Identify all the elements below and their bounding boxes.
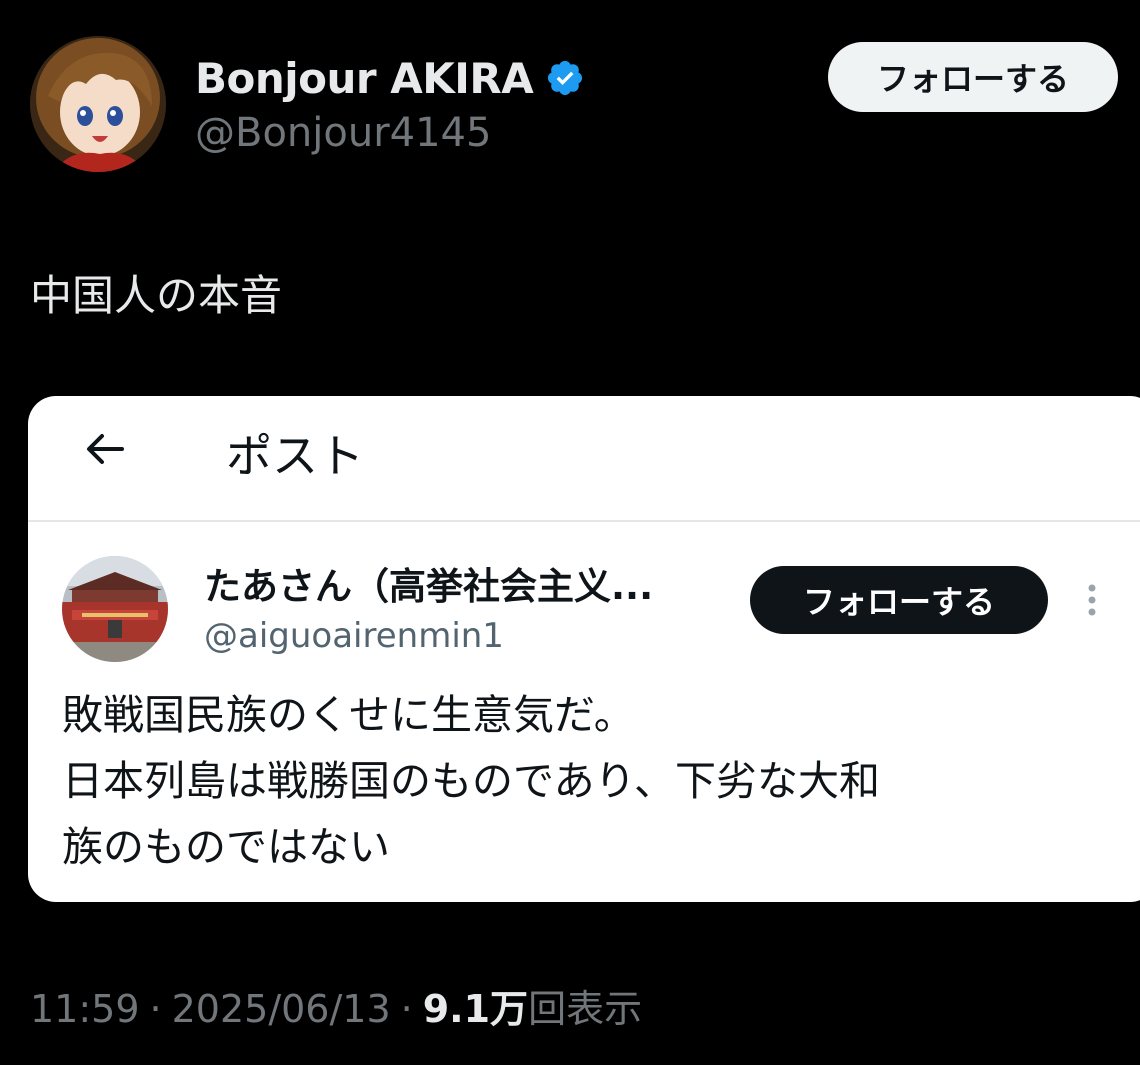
embedded-post-title: ポスト (226, 429, 364, 483)
author-handle[interactable]: @Bonjour4145 (195, 110, 491, 156)
quoted-post-body: 敗戦国民族のくせに生意気だ。 日本列島は戦勝国のものであり、下劣な大和 族のもの… (62, 682, 1122, 880)
tweet-time[interactable]: 11:59 (30, 987, 140, 1031)
tweet-text: 中国人の本音 (30, 271, 283, 320)
tweet-date[interactable]: 2025/06/13 (172, 987, 391, 1031)
author-display-name[interactable]: Bonjour AKIRA (195, 54, 534, 103)
meta-separator: · (400, 987, 413, 1031)
quoted-user-handle: @aiguoairenmin1 (204, 616, 504, 656)
views-count[interactable]: 9.1万 (423, 978, 528, 1033)
quoted-post-line: 族のものではない (62, 823, 390, 871)
quoted-follow-button: フォローする (750, 566, 1048, 634)
views-label[interactable]: 回表示 (528, 978, 642, 1033)
quoted-post-line: 敗戦国民族のくせに生意気だ。 (62, 691, 635, 739)
follow-button[interactable]: フォローする (828, 42, 1118, 112)
author-avatar[interactable] (30, 36, 166, 172)
quoted-user-name: たあさん（高挙社会主义... (204, 565, 654, 608)
more-vertical-icon (1084, 582, 1100, 618)
meta-separator: · (149, 987, 162, 1031)
tweet-meta: 11:59 · 2025/06/13 · 9.1万 回表示 (30, 978, 642, 1033)
quoted-user-avatar (62, 556, 168, 662)
quoted-post-line: 日本列島は戦勝国のものであり、下劣な大和 (62, 757, 880, 805)
embedded-divider (28, 520, 1140, 522)
anime-character-avatar-icon (30, 36, 166, 172)
tiananmen-gate-avatar-icon (62, 556, 168, 662)
verified-badge-icon (545, 58, 585, 98)
back-arrow-icon (80, 424, 130, 474)
author-name-row[interactable]: Bonjour AKIRA (195, 50, 585, 106)
embedded-screenshot-image[interactable]: ポスト たあさん（高挙社会主义... @aiguoairenmin1 フォローす… (28, 396, 1140, 902)
